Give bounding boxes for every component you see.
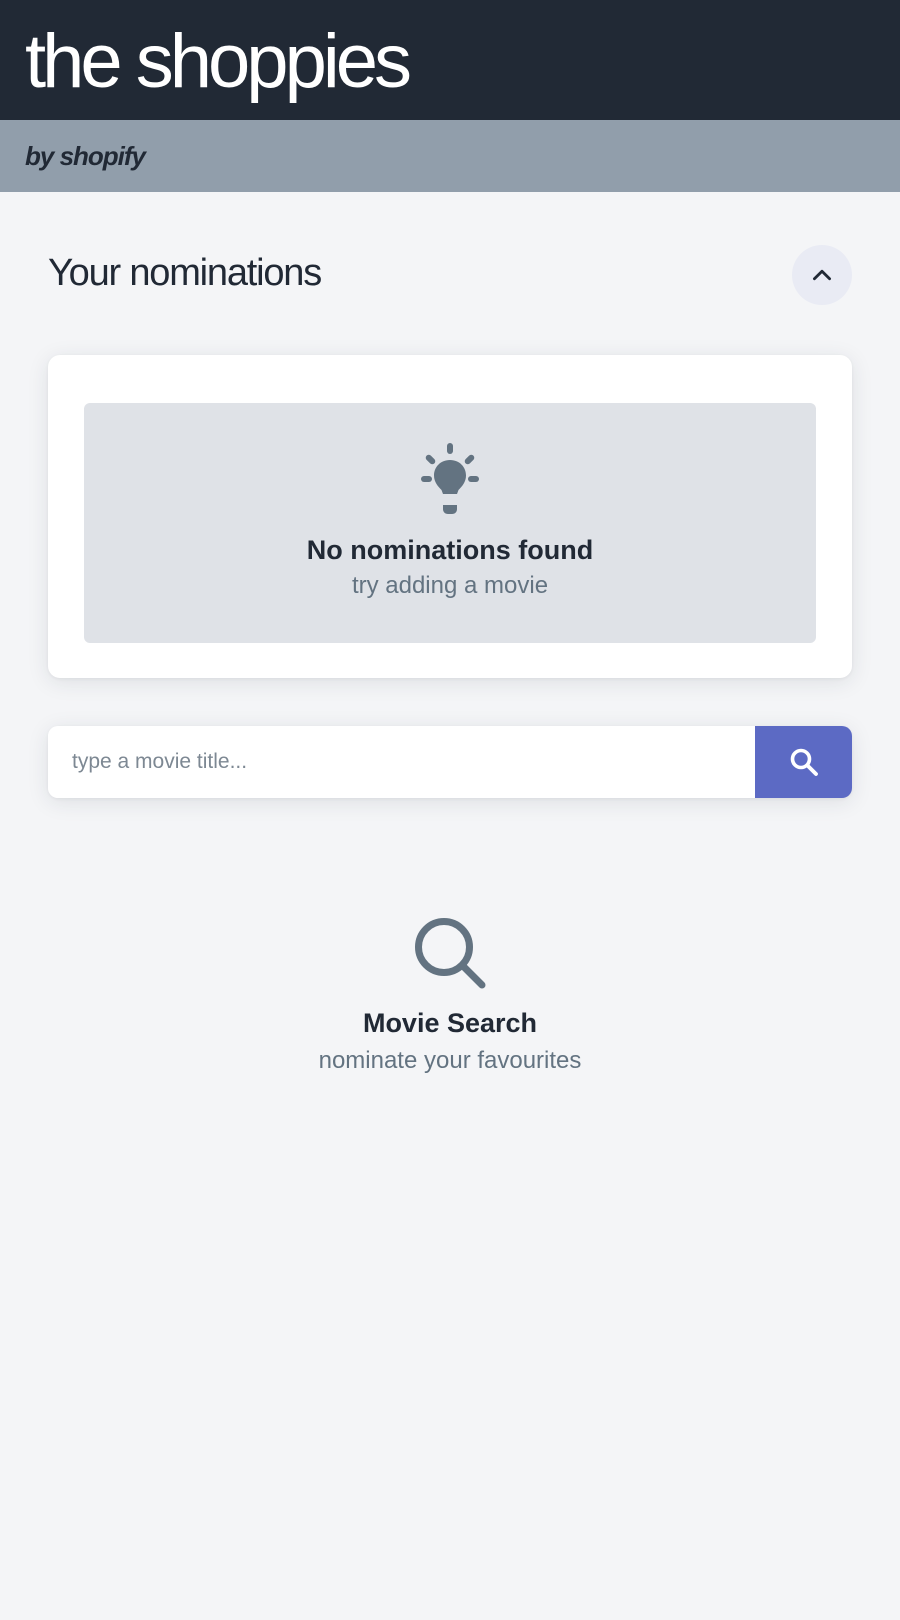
nominations-card: No nominations found try adding a movie (48, 355, 852, 678)
search-empty-state: Movie Search nominate your favourites (48, 916, 852, 1075)
nominations-empty-state: No nominations found try adding a movie (84, 403, 816, 643)
magnifier-icon (415, 918, 486, 989)
movie-search-input[interactable] (48, 726, 755, 798)
empty-state-subtitle: try adding a movie (351, 572, 549, 599)
search-button[interactable] (755, 726, 852, 798)
app-subtitle: by shopify (25, 140, 146, 171)
chevron-up-icon (813, 269, 831, 280)
main-content: Your nominations No nominations found tr… (0, 192, 900, 1075)
lightbulb-icon (421, 443, 479, 514)
nominations-title: Your nominations (48, 252, 322, 294)
search-empty-subtitle: nominate your favourites (318, 1047, 582, 1074)
nominations-section: Your nominations No nominations found tr… (48, 192, 852, 678)
movie-search-form (48, 726, 852, 798)
app-title: the shoppies (25, 19, 412, 104)
nominations-header: Your nominations (48, 192, 852, 355)
search-icon (790, 748, 818, 776)
app-header: the shoppies (0, 0, 900, 120)
app-subheader: by shopify (0, 120, 900, 192)
search-empty-title: Movie Search (362, 1008, 538, 1038)
empty-state-title: No nominations found (306, 535, 594, 565)
collapse-nominations-button[interactable] (792, 244, 852, 305)
